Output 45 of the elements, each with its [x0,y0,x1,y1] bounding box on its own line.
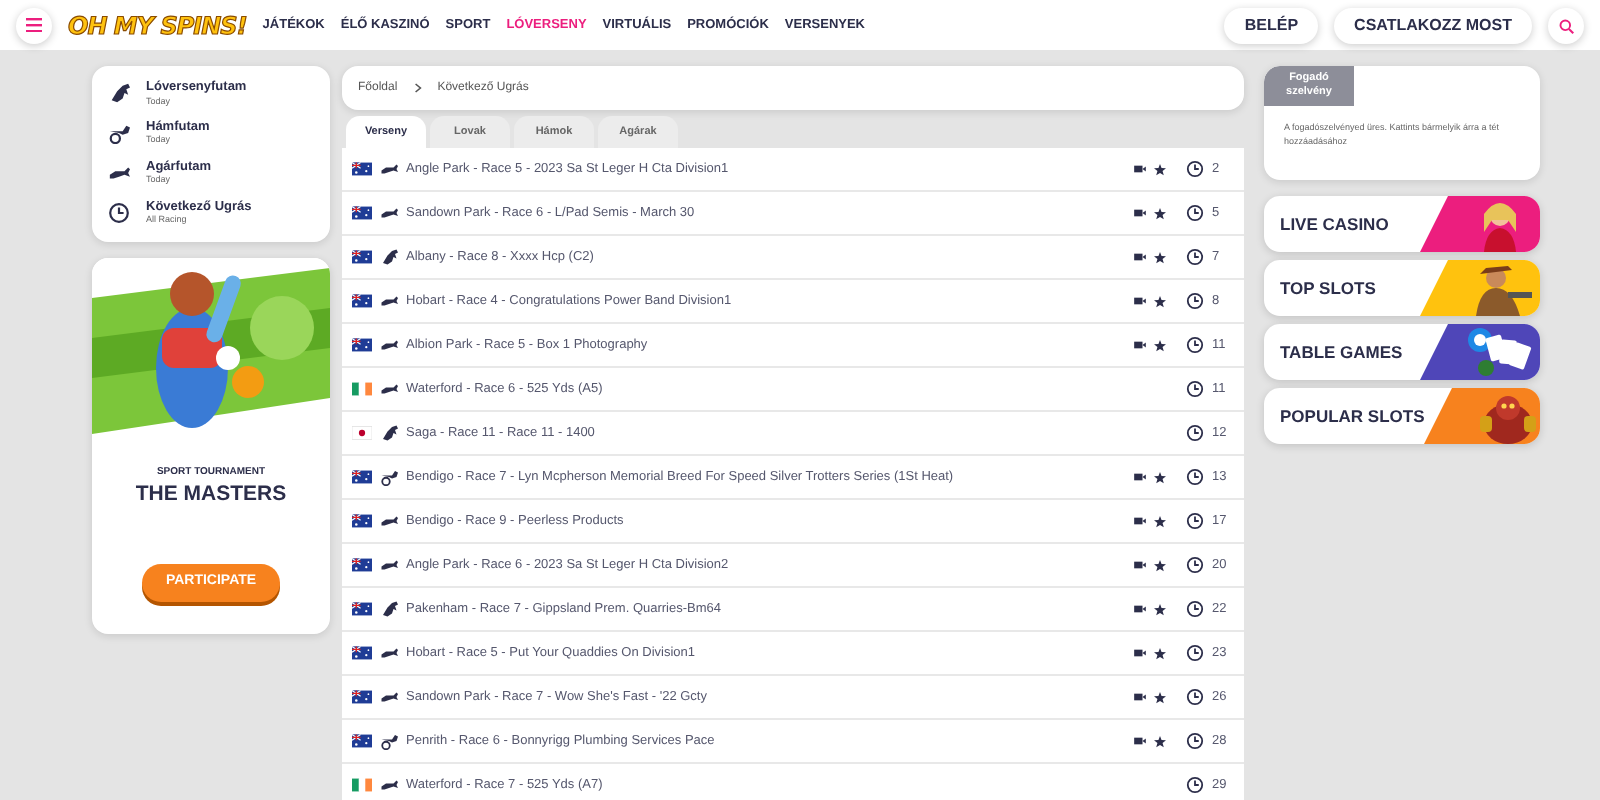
star-icon [1154,647,1166,659]
clock-icon [1186,336,1204,354]
star-icon [1154,691,1166,703]
menu-button[interactable] [16,7,52,43]
menu-icon [26,18,42,32]
clock-icon [1186,512,1204,530]
clock-icon [1186,292,1204,310]
search-icon [1558,17,1574,33]
star-icon [1154,559,1166,571]
star-icon [1154,471,1166,483]
sulky-icon [108,122,130,145]
clock-icon [1186,424,1204,442]
search-button[interactable] [1548,7,1584,43]
star-icon [1154,603,1166,615]
tournament-title: THE MASTERS [135,480,287,511]
clock-icon [1186,380,1204,398]
clock-icon [1186,776,1204,794]
clock-icon [1186,204,1204,222]
category-button[interactable]: TABLE GAMES [1264,324,1540,380]
clock-icon [1186,688,1204,706]
category-label: TOP SLOTS [1278,275,1376,301]
clock-icon [1186,556,1204,574]
star-icon [1154,295,1166,307]
star-icon [1154,163,1166,175]
star-icon [1154,339,1166,351]
category-button[interactable]: POPULAR SLOTS [1264,388,1540,444]
clock-icon [1186,600,1204,618]
clock-icon [1186,468,1204,486]
clock-icon [108,202,130,225]
star-icon [1154,207,1166,219]
category-label: LIVE CASINO [1278,211,1389,237]
category-button[interactable]: TOP SLOTS [1264,260,1540,316]
star-icon [1154,515,1166,527]
category-label: POPULAR SLOTS [1278,403,1425,429]
clock-icon [1186,248,1204,266]
star-icon [1154,251,1166,263]
login-button[interactable]: BELÉP [1224,7,1319,43]
category-label: TABLE GAMES [1278,339,1403,365]
category-button[interactable]: LIVE CASINO [1264,196,1540,252]
clock-icon [1186,644,1204,662]
star-icon [1154,735,1166,747]
signup-button[interactable]: CSATLAKOZZ MOST [1334,7,1532,43]
clock-icon [1186,160,1204,178]
clock-icon [1186,732,1204,750]
chevron-icon [413,82,422,94]
